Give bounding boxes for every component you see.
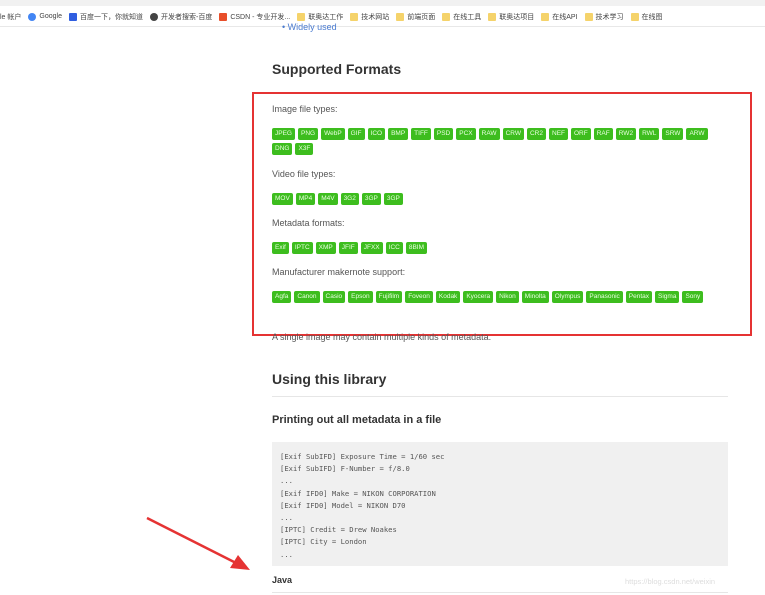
red-arrow-icon — [146, 516, 250, 570]
